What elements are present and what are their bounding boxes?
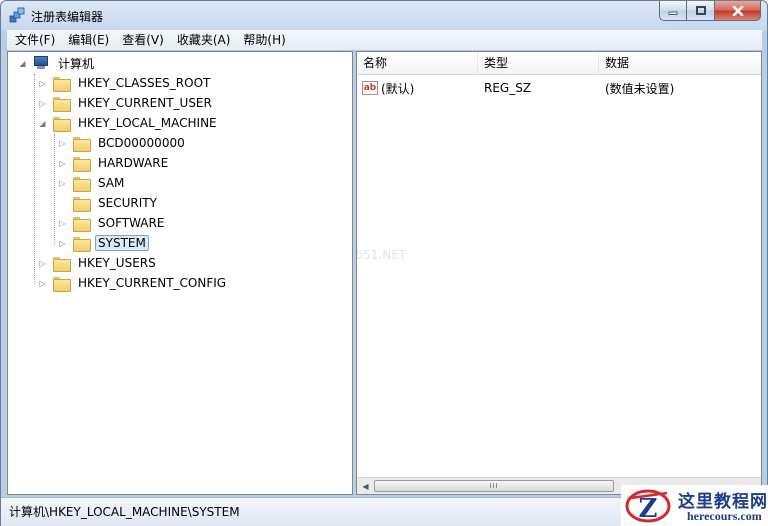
tree-label-hku: HKEY_USERS xyxy=(78,256,156,270)
folder-icon xyxy=(53,96,71,112)
folder-icon xyxy=(53,76,71,92)
folder-icon xyxy=(73,216,91,232)
menu-bar: 文件(F) 编辑(E) 查看(V) 收藏夹(A) 帮助(H) xyxy=(7,30,762,51)
tree-node-hku[interactable]: ▷ HKEY_USERS xyxy=(38,253,159,273)
z-logo-icon: Z xyxy=(625,489,671,524)
value-row[interactable]: ab (默认) REG_SZ (数值未设置) xyxy=(357,78,761,98)
expand-arrow-icon[interactable]: ▷ xyxy=(38,259,47,268)
watermark-text: www.jb51.NET xyxy=(356,248,407,262)
tree-node-system[interactable]: ▷ SYSTEM xyxy=(58,233,149,253)
tree-node-security[interactable]: SECURITY xyxy=(58,193,160,213)
maximize-button[interactable] xyxy=(687,1,715,21)
tree-label-software: SOFTWARE xyxy=(98,216,165,230)
close-icon xyxy=(732,5,743,16)
list-header: 名称 类型 数据 xyxy=(357,52,761,75)
status-path: 计算机\HKEY_LOCAL_MACHINE\SYSTEM xyxy=(9,505,240,519)
scrollbar-thumb[interactable]: III xyxy=(374,480,614,492)
expand-arrow-icon[interactable]: ▷ xyxy=(38,279,47,288)
no-expander xyxy=(58,199,67,208)
tree-label-hkcr: HKEY_CLASSES_ROOT xyxy=(78,76,211,90)
column-header-name[interactable]: 名称 xyxy=(357,52,478,75)
tree-node-hkcc[interactable]: ▷ HKEY_CURRENT_CONFIG xyxy=(38,273,229,293)
collapse-arrow-icon[interactable]: ◢ xyxy=(38,119,47,128)
tree-node-hklm[interactable]: ◢ HKEY_LOCAL_MACHINE xyxy=(38,113,220,133)
logo-letter: Z xyxy=(639,494,658,524)
tree-guide-line xyxy=(54,134,55,244)
expand-arrow-icon[interactable]: ▷ xyxy=(38,79,47,88)
ab-string-icon: ab xyxy=(362,81,378,95)
tree-label-hkcu: HKEY_CURRENT_USER xyxy=(78,96,212,110)
tree-node-hardware[interactable]: ▷ HARDWARE xyxy=(58,153,171,173)
folder-icon xyxy=(73,196,91,212)
folder-icon xyxy=(73,236,91,252)
column-header-data[interactable]: 数据 xyxy=(599,52,761,75)
value-name-cell: ab (默认) xyxy=(357,80,478,97)
tree-node-bcd[interactable]: ▷ BCD00000000 xyxy=(58,133,188,153)
tree-node-sam[interactable]: ▷ SAM xyxy=(58,173,127,193)
menu-edit[interactable]: 编辑(E) xyxy=(63,31,114,50)
tree-label-computer: 计算机 xyxy=(58,56,95,71)
tree-label-sam: SAM xyxy=(98,176,125,190)
expand-arrow-icon[interactable]: ▷ xyxy=(58,159,67,168)
key-tree-pane[interactable]: ◢ 计算机 ▷ HKEY_CLASSES_ROOT ▷ HKEY_CURRENT… xyxy=(7,51,353,495)
tree-label-hklm: HKEY_LOCAL_MACHINE xyxy=(78,116,217,130)
tree-label-security: SECURITY xyxy=(98,196,157,210)
site-logo: Z 这里教程网 herecours.com xyxy=(621,485,768,526)
scroll-left-icon[interactable]: ◀ xyxy=(357,478,374,494)
tree-label-bcd: BCD00000000 xyxy=(98,136,185,150)
folder-icon xyxy=(53,276,71,292)
menu-file[interactable]: 文件(F) xyxy=(10,31,60,50)
collapse-arrow-icon[interactable]: ◢ xyxy=(18,59,27,68)
expand-arrow-icon[interactable]: ▷ xyxy=(38,99,47,108)
expand-arrow-icon[interactable]: ▷ xyxy=(58,239,67,248)
caption-buttons xyxy=(659,1,761,21)
computer-icon xyxy=(33,56,49,70)
logo-subtitle: herecours.com xyxy=(687,509,762,523)
menu-view[interactable]: 查看(V) xyxy=(117,31,169,50)
tree-node-software[interactable]: ▷ SOFTWARE xyxy=(58,213,167,233)
scrollbar-grip: III xyxy=(489,482,499,490)
minimize-button[interactable] xyxy=(659,1,687,21)
tree-label-hardware: HARDWARE xyxy=(98,156,169,170)
folder-icon xyxy=(53,256,71,272)
window-title: 注册表编辑器 xyxy=(31,10,104,24)
close-button[interactable] xyxy=(715,1,761,21)
expand-arrow-icon[interactable]: ▷ xyxy=(58,179,67,188)
values-list-pane[interactable]: 名称 类型 数据 ab (默认) REG_SZ (数值未设置) www.jb51… xyxy=(356,51,762,495)
tree-node-hkcr[interactable]: ▷ HKEY_CLASSES_ROOT xyxy=(38,73,213,93)
value-name: (默认) xyxy=(381,81,415,96)
minimize-icon xyxy=(668,11,678,15)
folder-icon xyxy=(53,116,71,132)
folder-icon xyxy=(73,156,91,172)
folder-icon xyxy=(73,176,91,192)
column-header-type[interactable]: 类型 xyxy=(478,52,599,75)
registry-editor-window: 注册表编辑器 文件(F) 编辑(E) 查看(V) 收藏夹(A) 帮助(H) ◢ xyxy=(0,0,768,526)
menu-favorites[interactable]: 收藏夹(A) xyxy=(172,31,236,50)
value-type: REG_SZ xyxy=(484,81,532,95)
expand-arrow-icon[interactable]: ▷ xyxy=(58,139,67,148)
value-data: (数值未设置) xyxy=(605,81,675,96)
tree-node-hkcu[interactable]: ▷ HKEY_CURRENT_USER xyxy=(38,93,215,113)
title-bar[interactable]: 注册表编辑器 xyxy=(1,1,767,29)
menu-help[interactable]: 帮助(H) xyxy=(238,31,290,50)
tree-label-system: SYSTEM xyxy=(95,235,149,251)
folder-icon xyxy=(73,136,91,152)
tree-label-hkcc: HKEY_CURRENT_CONFIG xyxy=(78,276,227,290)
expand-arrow-icon[interactable]: ▷ xyxy=(58,219,67,228)
maximize-icon xyxy=(695,6,706,15)
regedit-app-icon xyxy=(9,7,25,23)
tree-node-computer[interactable]: ◢ 计算机 xyxy=(18,53,97,73)
tree-guide-line xyxy=(34,74,35,284)
